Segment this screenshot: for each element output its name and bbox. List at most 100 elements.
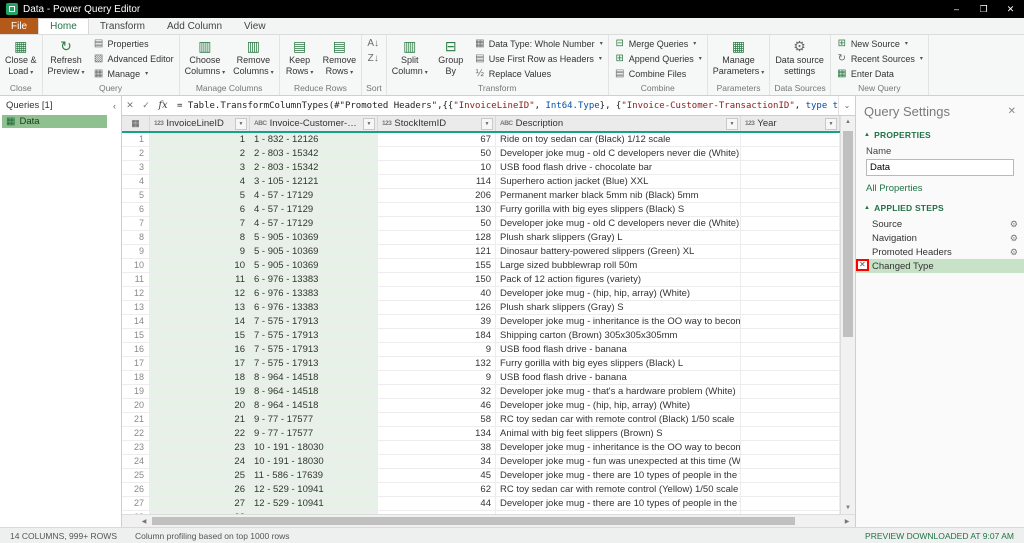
table-cell[interactable]: 206 — [378, 189, 496, 202]
filter-dropdown-icon[interactable] — [235, 117, 247, 130]
table-cell[interactable]: 5 - 905 - 10369 — [250, 245, 378, 258]
table-cell[interactable] — [741, 371, 840, 384]
close-load-button[interactable]: ▦ Close & Load ▾ — [1, 36, 41, 77]
row-number[interactable]: 17 — [122, 357, 150, 370]
table-cell[interactable]: 7 - 575 - 17913 — [250, 343, 378, 356]
table-cell[interactable] — [741, 455, 840, 468]
table-cell[interactable]: 8 - 964 - 14518 — [250, 385, 378, 398]
table-cell[interactable]: 121 — [378, 245, 496, 258]
table-cell[interactable]: 62 — [378, 483, 496, 496]
table-cell[interactable]: RC toy sedan car with remote control (Ye… — [496, 483, 741, 496]
append-queries-button[interactable]: ⊞ Append Queries ▾ — [610, 51, 706, 66]
table-cell[interactable]: 9 — [378, 371, 496, 384]
recent-sources-button[interactable]: ↻ Recent Sources ▾ — [832, 51, 927, 66]
table-cell[interactable]: 12 - 529 - 10941 — [250, 497, 378, 510]
table-cell[interactable]: 6 - 976 - 13383 — [250, 287, 378, 300]
row-number[interactable]: 10 — [122, 259, 150, 272]
table-cell[interactable] — [741, 497, 840, 510]
row-number[interactable]: 3 — [122, 161, 150, 174]
table-cell[interactable] — [741, 413, 840, 426]
table-cell[interactable] — [741, 259, 840, 272]
table-cell[interactable] — [741, 315, 840, 328]
table-cell[interactable]: Ride on toy sedan car (Black) 1/12 scale — [496, 133, 741, 146]
table-cell[interactable] — [741, 189, 840, 202]
table-cell[interactable]: Developer joke mug - inheritance is the … — [496, 315, 741, 328]
keep-rows-button[interactable]: ▤ Keep Rows ▾ — [281, 36, 319, 77]
gear-icon[interactable] — [1010, 247, 1018, 258]
applied-step-navigation[interactable]: Navigation — [856, 231, 1024, 245]
table-cell[interactable]: 10 — [150, 259, 250, 272]
table-cell[interactable]: 4 - 57 - 17129 — [250, 189, 378, 202]
horizontal-scroll-thumb[interactable] — [152, 517, 795, 525]
row-number[interactable]: 13 — [122, 301, 150, 314]
advanced-editor-button[interactable]: ▧ Advanced Editor — [89, 51, 178, 66]
table-cell[interactable] — [741, 329, 840, 342]
table-cell[interactable]: 58 — [378, 413, 496, 426]
table-cell[interactable] — [741, 245, 840, 258]
table-cell[interactable]: 3 - 105 - 12121 — [250, 175, 378, 188]
row-number[interactable]: 16 — [122, 343, 150, 356]
table-cell[interactable]: 19 — [150, 385, 250, 398]
table-cell[interactable] — [741, 133, 840, 146]
sort-ascending-button[interactable]: A↓ — [363, 36, 383, 51]
table-cell[interactable]: 13 — [150, 301, 250, 314]
table-cell[interactable] — [741, 147, 840, 160]
close-panel-icon[interactable] — [1008, 106, 1016, 117]
table-cell[interactable]: 4 - 57 - 17129 — [250, 217, 378, 230]
manage-parameters-button[interactable]: ▦ Manage Parameters ▾ — [709, 36, 769, 77]
table-cell[interactable] — [741, 301, 840, 314]
table-cell[interactable]: Plush shark slippers (Gray) S — [496, 301, 741, 314]
table-cell[interactable]: 39 — [378, 315, 496, 328]
tab-transform[interactable]: Transform — [89, 18, 156, 34]
row-number[interactable]: 23 — [122, 441, 150, 454]
row-number[interactable]: 12 — [122, 287, 150, 300]
applied-step-promoted-headers[interactable]: Promoted Headers — [856, 245, 1024, 259]
table-cell[interactable]: 10 - 191 - 18030 — [250, 455, 378, 468]
gear-icon[interactable] — [1010, 233, 1018, 244]
query-name-input[interactable] — [866, 159, 1014, 176]
row-number[interactable]: 9 — [122, 245, 150, 258]
table-cell[interactable]: 1 - 832 - 12126 — [250, 133, 378, 146]
table-cell[interactable]: 45 — [378, 469, 496, 482]
row-number[interactable]: 22 — [122, 427, 150, 440]
refresh-preview-button[interactable]: ↻ Refresh Preview ▾ — [44, 36, 89, 77]
table-cell[interactable]: Animal with big feet slippers (Brown) S — [496, 427, 741, 440]
table-cell[interactable]: 6 — [150, 203, 250, 216]
vertical-scroll-thumb[interactable] — [843, 131, 853, 337]
enter-data-button[interactable]: ▦ Enter Data — [832, 66, 927, 81]
table-cell[interactable]: RC toy sedan car with remote control (Bl… — [496, 413, 741, 426]
row-number[interactable]: 1 — [122, 133, 150, 146]
table-cell[interactable]: 7 - 575 - 17913 — [250, 315, 378, 328]
table-cell[interactable]: 2 - 803 - 15342 — [250, 147, 378, 160]
data-type-whole-number-button[interactable]: ▦ Data Type: Whole Number ▾ — [470, 36, 607, 51]
table-cell[interactable] — [741, 273, 840, 286]
table-cell[interactable]: 12 - 529 - 10941 — [250, 483, 378, 496]
row-number[interactable]: 4 — [122, 175, 150, 188]
table-cell[interactable]: 6 - 976 - 13383 — [250, 301, 378, 314]
properties-section-header[interactable]: PROPERTIES — [856, 125, 1024, 142]
table-cell[interactable]: Developer joke mug - there are 10 types … — [496, 497, 741, 510]
table-cell[interactable] — [741, 357, 840, 370]
table-cell[interactable]: Developer joke mug - fun was unexpected … — [496, 455, 741, 468]
table-cell[interactable]: 46 — [378, 399, 496, 412]
formula-input[interactable]: = Table.TransformColumnTypes(#"Promoted … — [172, 101, 838, 111]
table-cell[interactable]: Pack of 12 action figures (variety) — [496, 273, 741, 286]
scroll-up-icon[interactable] — [845, 116, 851, 128]
row-number[interactable]: 2 — [122, 147, 150, 160]
table-cell[interactable]: 38 — [378, 441, 496, 454]
table-cell[interactable]: Developer joke mug - that's a hardware p… — [496, 385, 741, 398]
select-all-corner[interactable] — [122, 116, 150, 131]
table-cell[interactable]: 9 — [378, 343, 496, 356]
delete-step-icon[interactable] — [856, 259, 869, 271]
table-cell[interactable]: 2 — [150, 147, 250, 160]
vertical-scroll-track[interactable] — [841, 128, 855, 502]
table-cell[interactable]: 114 — [378, 175, 496, 188]
scroll-right-icon[interactable] — [841, 518, 853, 525]
table-cell[interactable]: 16 — [150, 343, 250, 356]
table-cell[interactable]: 7 - 575 - 17913 — [250, 329, 378, 342]
choose-columns-button[interactable]: ▥ Choose Columns ▾ — [181, 36, 230, 77]
table-cell[interactable]: Developer joke mug - (hip, hip, array) (… — [496, 287, 741, 300]
tab-view[interactable]: View — [233, 18, 277, 34]
table-cell[interactable]: 27 — [150, 497, 250, 510]
table-cell[interactable]: 7 — [150, 217, 250, 230]
